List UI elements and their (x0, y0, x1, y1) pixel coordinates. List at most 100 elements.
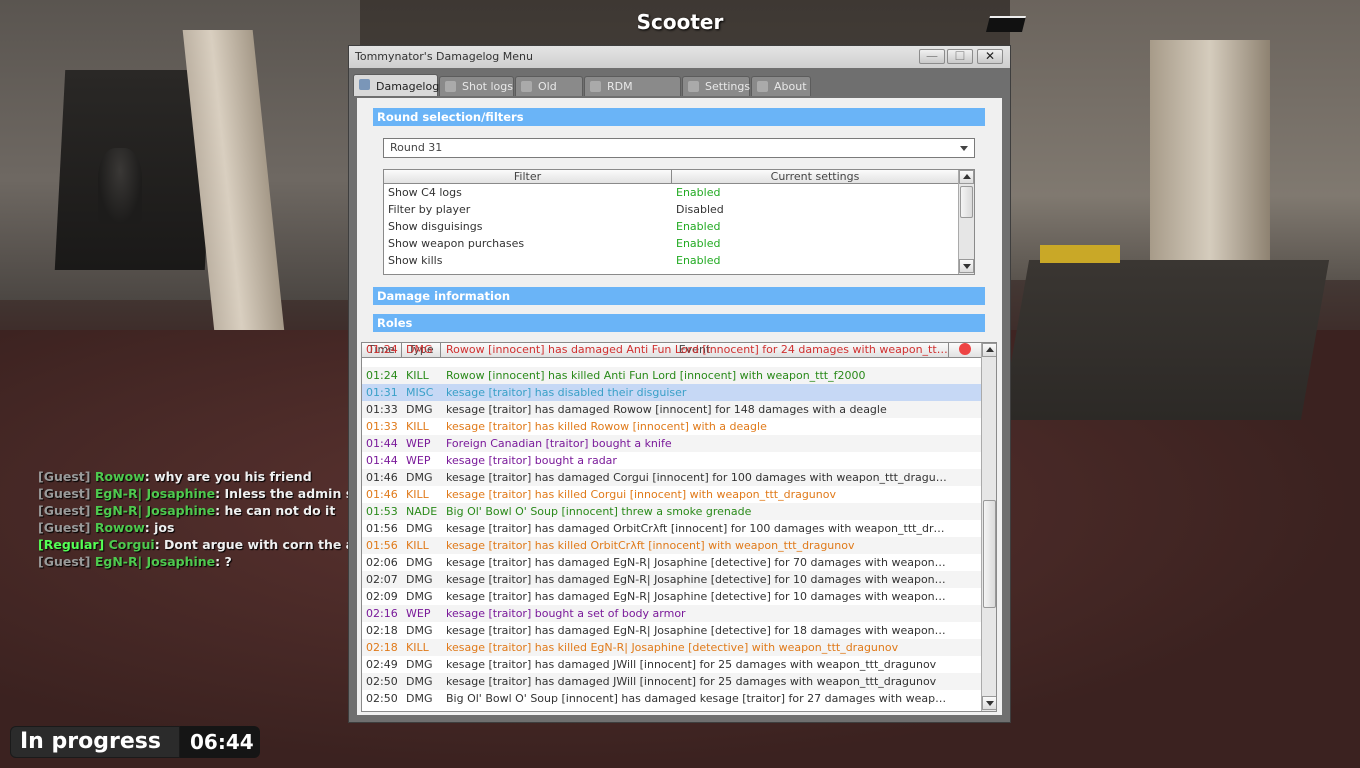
filter-row[interactable]: Show weapon purchases Enabled (384, 235, 959, 252)
info-icon (757, 81, 768, 92)
column-header-filter[interactable]: Filter (384, 170, 672, 184)
log-event: kesage [traitor] has damaged JWill [inno… (446, 675, 937, 688)
calendar-icon (521, 81, 532, 92)
chat-message: : he can not do it (215, 503, 336, 518)
scene-doorway (54, 70, 216, 270)
tab-shot-logs[interactable]: Shot logs (439, 76, 514, 96)
chat-line: [Guest] Rowow: why are you his friend (38, 468, 350, 485)
log-row[interactable]: 01:53 NADE Big Ol' Bowl O' Soup [innocent]… (362, 503, 983, 520)
tab-damagelog[interactable]: Damagelog (353, 74, 439, 96)
log-row[interactable]: 01:24 KILL Rowow [innocent] has killed Ant… (362, 367, 983, 384)
round-select[interactable]: Round 31 (383, 138, 975, 158)
filter-row[interactable]: Filter by player Disabled (384, 201, 959, 218)
log-row[interactable]: 01:56 DMG kesage [traitor] has damaged Orb… (362, 520, 983, 537)
scroll-down-button[interactable] (982, 696, 996, 710)
log-type: KILL (406, 488, 429, 501)
log-row[interactable]: 02:07 DMG kesage [traitor] has damaged EgN… (362, 571, 983, 588)
log-row[interactable]: 02:50 DMG kesage [traitor] has damaged JWi… (362, 673, 983, 690)
log-event: kesage [traitor] has disabled their disg… (446, 386, 687, 399)
column-header-current-settings[interactable]: Current settings (672, 170, 959, 184)
log-time: 02:07 (366, 573, 398, 586)
log-type: MISC (406, 386, 434, 399)
tab-content: Round selection/filters Round 31 Filter … (357, 98, 1002, 715)
log-row[interactable]: 02:49 DMG kesage [traitor] has damaged JWi… (362, 656, 983, 673)
log-row[interactable]: 01:46 KILL kesage [traitor] has killed Cor… (362, 486, 983, 503)
log-row[interactable]: 01:31 MISC kesage [traitor] has disabled t… (362, 384, 983, 401)
log-time: 01:46 (366, 471, 398, 484)
damage-log-list: Time Type Event 01:24 DMG Rowow [innocent]… (361, 342, 997, 712)
wrench-icon (688, 81, 699, 92)
filter-list: Filter Current settings Show C4 logs Enab… (383, 169, 975, 275)
log-scrollbar[interactable] (981, 343, 996, 711)
window-titlebar[interactable]: Tommynator's Damagelog Menu — ☐ ✕ (349, 46, 1010, 68)
log-row[interactable]: 02:50 DMG Big Ol' Bowl O' Soup [innocent] … (362, 690, 983, 707)
log-type: DMG (406, 343, 433, 356)
chat-box: [Guest] Rowow: why are you his friend [Gu… (38, 468, 350, 570)
log-time: 02:09 (366, 590, 398, 603)
log-time: 01:56 (366, 539, 398, 552)
log-row[interactable]: 01:33 DMG kesage [traitor] has damaged Row… (362, 401, 983, 418)
arrow-up-icon (963, 174, 971, 179)
log-time: 02:18 (366, 624, 398, 637)
tab-old-logs[interactable]: Old logs (515, 76, 583, 113)
section-damage-information[interactable]: Damage information (373, 287, 985, 305)
section-round-selection[interactable]: Round selection/filters (373, 108, 985, 126)
tab-label: Shot logs (462, 80, 513, 93)
scroll-up-button[interactable] (982, 343, 996, 357)
log-row[interactable]: 01:46 DMG kesage [traitor] has damaged Cor… (362, 469, 983, 486)
log-row[interactable]: 01:33 KILL kesage [traitor] has killed Row… (362, 418, 983, 435)
chat-player-name: Corgui (108, 537, 155, 552)
filter-row[interactable]: Show disguisings Enabled (384, 218, 959, 235)
log-event: kesage [traitor] bought a radar (446, 454, 617, 467)
round-status: In progress (10, 726, 180, 758)
log-row[interactable]: 02:09 DMG kesage [traitor] has damaged EgN… (362, 588, 983, 605)
tab-about[interactable]: About (751, 76, 811, 96)
log-row[interactable]: 02:06 DMG kesage [traitor] has damaged EgN… (362, 554, 983, 571)
minimize-button[interactable]: — (919, 49, 945, 64)
log-row[interactable]: 01:24 DMG Rowow [innocent] has damaged Ant… (362, 343, 983, 358)
filter-row[interactable]: Show kills Enabled (384, 252, 959, 269)
chat-line: [Guest] Rowow: jos (38, 519, 350, 536)
section-roles[interactable]: Roles (373, 314, 985, 332)
scroll-thumb[interactable] (983, 500, 996, 608)
chat-message: : jos (144, 520, 175, 535)
scene-player-model (98, 148, 142, 224)
filter-setting: Enabled (676, 237, 721, 250)
log-type: DMG (406, 556, 433, 569)
scene-crate (1000, 260, 1330, 420)
target-player-name: Scooter (636, 10, 724, 34)
chat-rank: [Guest] (38, 469, 91, 484)
log-row[interactable]: 02:18 KILL kesage [traitor] has killed EgN… (362, 639, 983, 656)
chat-line: [Regular] Corgui: Dont argue with corn t… (38, 536, 350, 553)
scene-crate-top (1040, 245, 1120, 263)
filter-name: Show disguisings (388, 220, 483, 233)
log-row[interactable]: 01:44 WEP kesage [traitor] bought a radar (362, 452, 983, 469)
log-row[interactable]: 02:16 WEP kesage [traitor] bought a set of… (362, 605, 983, 622)
log-type: WEP (406, 607, 431, 620)
scroll-up-button[interactable] (959, 170, 974, 184)
scroll-down-button[interactable] (959, 259, 974, 273)
chat-rank: [Guest] (38, 554, 91, 569)
scroll-thumb[interactable] (960, 186, 973, 218)
log-event: Rowow [innocent] has killed Anti Fun Lor… (446, 369, 866, 382)
close-button[interactable]: ✕ (977, 49, 1003, 64)
log-time: 01:31 (366, 386, 398, 399)
maximize-button[interactable]: ☐ (947, 49, 973, 64)
log-type: DMG (406, 573, 433, 586)
chat-player-name: EgN-R| Josaphine (94, 503, 216, 518)
filter-row[interactable]: Show C4 logs Enabled (384, 184, 959, 201)
log-row[interactable]: 01:44 WEP Foreign Canadian [traitor] bough… (362, 435, 983, 452)
log-type: WEP (406, 454, 431, 467)
filter-scrollbar[interactable] (958, 170, 974, 274)
warning-icon (959, 343, 971, 355)
log-type: KILL (406, 420, 429, 433)
chat-player-name: EgN-R| Josaphine (94, 554, 216, 569)
tab-settings[interactable]: Settings (682, 76, 750, 96)
filter-name: Show kills (388, 254, 443, 267)
damagelog-window: Tommynator's Damagelog Menu — ☐ ✕ Damage… (348, 45, 1011, 723)
log-type: DMG (406, 403, 433, 416)
tab-rdm-manager[interactable]: RDM Manager (584, 76, 681, 113)
log-row[interactable]: 01:56 KILL kesage [traitor] has killed Orb… (362, 537, 983, 554)
window-title: Tommynator's Damagelog Menu (355, 50, 533, 63)
log-row[interactable]: 02:18 DMG kesage [traitor] has damaged EgN… (362, 622, 983, 639)
